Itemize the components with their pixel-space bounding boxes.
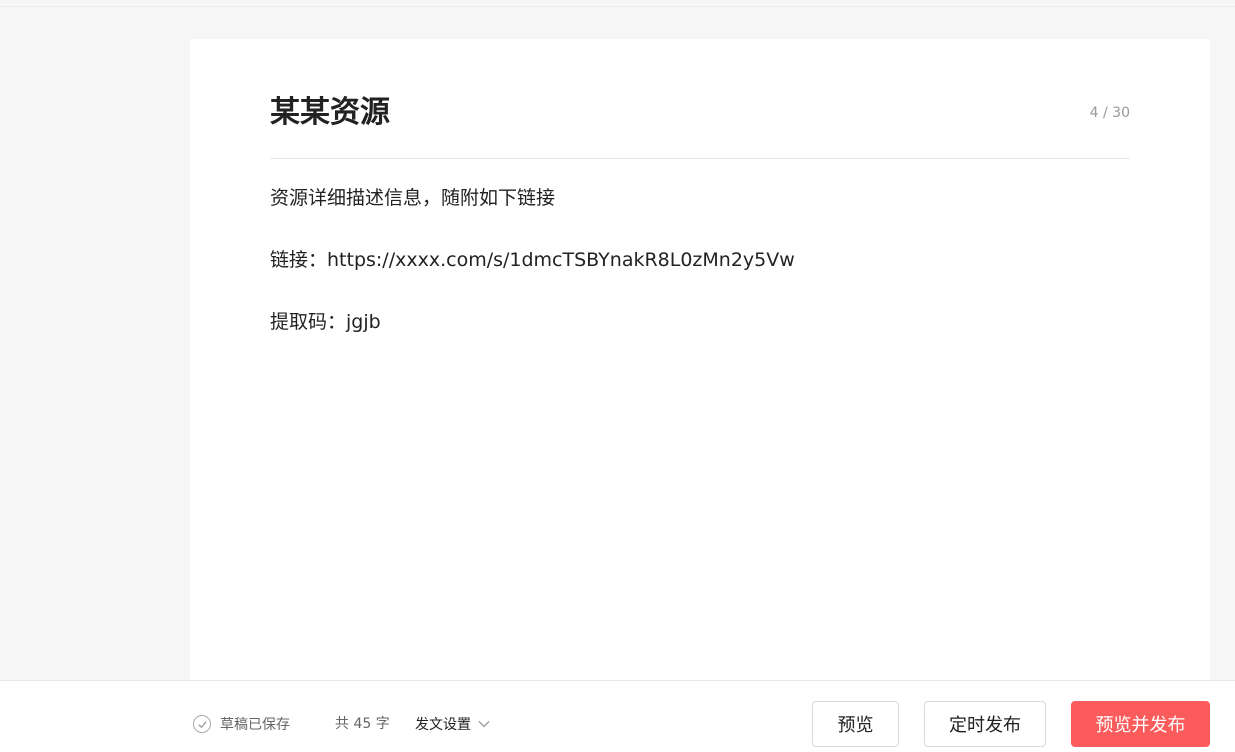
save-status: 草稿已保存: [193, 714, 290, 734]
chevron-down-icon: [478, 721, 490, 728]
schedule-publish-button[interactable]: 定时发布: [924, 701, 1046, 747]
title-char-counter: 4 / 30: [1089, 105, 1130, 121]
content-line-link: 链接：https://xxxx.com/s/1dmcTSBYnakR8L0zMn…: [270, 249, 795, 271]
check-circle-icon: [193, 715, 211, 733]
publish-settings-dropdown[interactable]: 发文设置: [415, 714, 491, 734]
bottom-toolbar: 草稿已保存 共 45 字 发文设置 预览 定时发布 预览并发布: [0, 680, 1235, 752]
publish-settings-label: 发文设置: [415, 717, 471, 733]
save-status-label: 草稿已保存: [220, 717, 290, 733]
content-line-description: 资源详细描述信息，随附如下链接: [270, 187, 556, 209]
title-input[interactable]: 某某资源: [270, 91, 1050, 135]
top-strip: [0, 0, 1235, 7]
word-count: 共 45 字: [335, 716, 390, 732]
content-editor[interactable]: 资源详细描述信息，随附如下链接 链接：https://xxxx.com/s/1d…: [270, 184, 1130, 664]
preview-and-publish-button[interactable]: 预览并发布: [1071, 701, 1210, 747]
content-line-code: 提取码：jgjb: [270, 311, 381, 333]
title-row: 某某资源 4 / 30: [270, 89, 1130, 159]
editor-card: 某某资源 4 / 30 资源详细描述信息，随附如下链接 链接：https://x…: [190, 39, 1210, 699]
preview-button[interactable]: 预览: [812, 701, 899, 747]
